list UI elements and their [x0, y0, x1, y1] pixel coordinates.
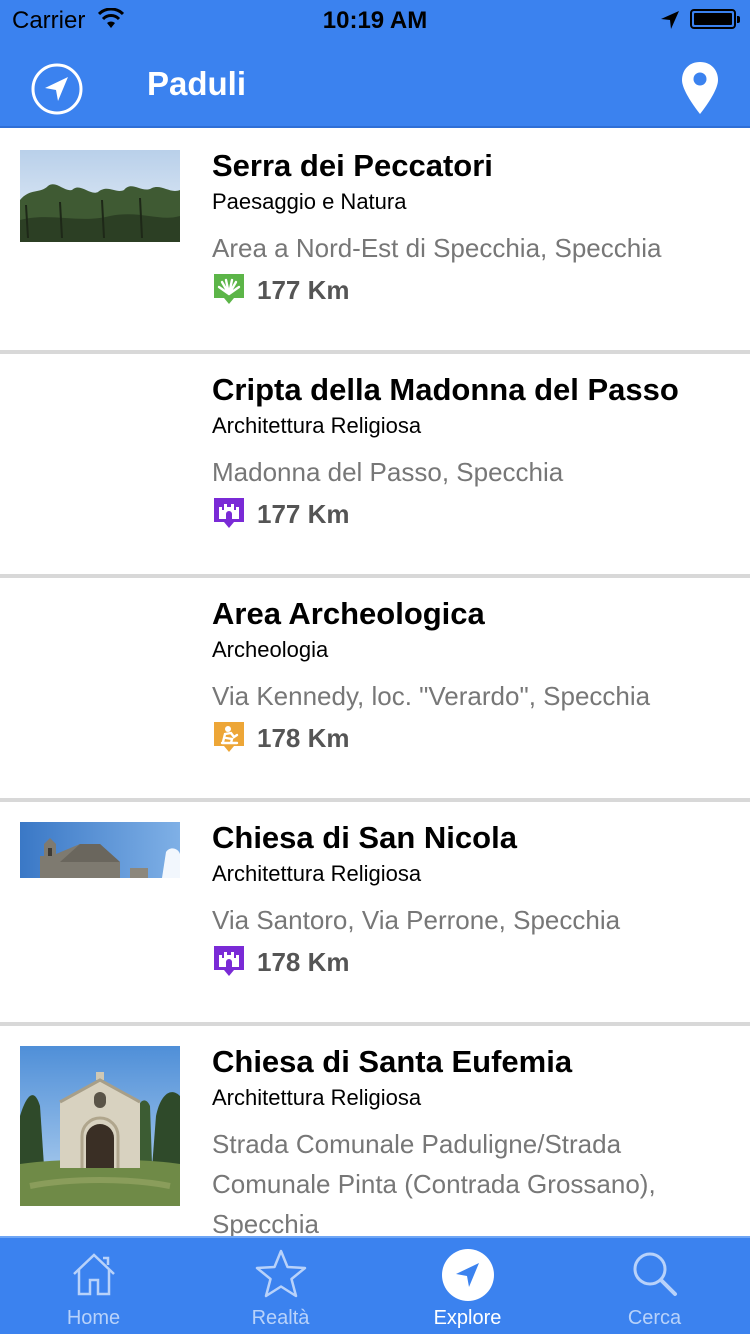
item-title: Cripta della Madonna del Passo — [212, 372, 679, 407]
item-address: Madonna del Passo, Specchia — [212, 457, 564, 487]
tab-label: Explore — [433, 1307, 502, 1329]
item-title: Area Archeologica — [212, 596, 485, 631]
list-item[interactable]: Chiesa di San Nicola Architettura Religi… — [0, 802, 750, 1022]
status-bar: Carrier 10:19 AM — [0, 0, 750, 40]
location-arrow-icon — [441, 1249, 494, 1301]
item-address: Area a Nord-Est di Specchia, Specchia — [212, 233, 662, 263]
nav-bar: Paduli — [0, 40, 750, 128]
search-icon — [633, 1252, 677, 1296]
home-icon — [72, 1253, 115, 1296]
item-title: Serra dei Peccatori — [212, 148, 493, 183]
item-title: Chiesa di San Nicola — [212, 820, 517, 855]
location-services-icon — [661, 11, 679, 29]
item-category: Archeologia — [212, 637, 329, 662]
item-distance: 178 Km — [257, 723, 350, 753]
church-photo — [20, 822, 180, 878]
church-icon — [214, 946, 244, 976]
item-distance: 177 Km — [257, 275, 350, 305]
list-item[interactable]: Chiesa di Santa Eufemia Architettura Rel… — [0, 1026, 750, 1236]
tab-label: Cerca — [627, 1307, 682, 1329]
item-category: Paesaggio e Natura — [212, 189, 407, 214]
tab-home[interactable]: Home — [0, 1238, 187, 1336]
archeology-icon — [214, 722, 244, 752]
list-item[interactable]: Cripta della Madonna del Passo Architett… — [0, 354, 750, 574]
church-icon — [214, 498, 244, 528]
tab-realta[interactable]: Realtà — [187, 1238, 374, 1336]
item-distance: 177 Km — [257, 499, 350, 529]
tab-bar: Home Realtà Explore Cerca — [0, 1236, 750, 1334]
tab-explore[interactable]: Explore — [374, 1238, 561, 1336]
battery-icon — [690, 9, 740, 29]
tab-label: Realtà — [251, 1307, 310, 1329]
chapel-photo — [20, 1046, 180, 1206]
map-pin-icon[interactable] — [680, 60, 720, 116]
item-category: Architettura Religiosa — [212, 413, 422, 438]
item-category: Architettura Religiosa — [212, 1085, 422, 1110]
item-category: Architettura Religiosa — [212, 861, 422, 886]
list-item[interactable]: Serra dei Peccatori Paesaggio e Natura A… — [0, 130, 750, 350]
location-arrow-icon[interactable] — [30, 62, 84, 116]
item-address: Via Kennedy, loc. "Verardo", Specchia — [212, 681, 651, 711]
tab-cerca[interactable]: Cerca — [561, 1238, 748, 1336]
trees-photo — [20, 150, 180, 242]
star-icon — [255, 1249, 306, 1298]
page-title: Paduli — [147, 65, 247, 102]
item-address: Strada Comunale Paduligne/Strada Comunal… — [212, 1129, 656, 1236]
clock: 10:19 AM — [322, 7, 428, 34]
poi-list: Serra dei Peccatori Paesaggio e Natura A… — [0, 130, 750, 1236]
nature-icon — [214, 274, 244, 304]
item-title: Chiesa di Santa Eufemia — [212, 1044, 573, 1079]
list-item[interactable]: Area Archeologica Archeologia Via Kenned… — [0, 578, 750, 798]
item-address: Via Santoro, Via Perrone, Specchia — [212, 905, 621, 935]
tab-label: Home — [66, 1307, 121, 1329]
item-distance: 178 Km — [257, 947, 350, 977]
